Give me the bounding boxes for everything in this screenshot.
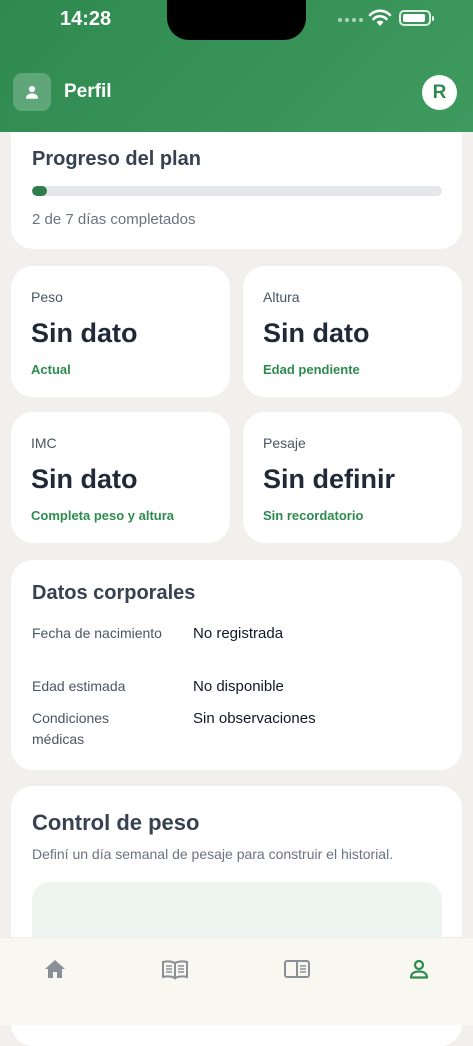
avatar[interactable]: R — [422, 75, 457, 110]
stat-label: Pesaje — [263, 435, 306, 451]
status-bar: 14:28 — [0, 0, 473, 44]
cellular-signal-icon — [338, 18, 363, 22]
stat-value: Sin dato — [263, 318, 370, 348]
body-data-row-label: Condiciones médicas — [32, 710, 110, 747]
stat-hint: Completa peso y altura — [31, 508, 175, 523]
plan-progress-bar — [32, 186, 442, 196]
stat-value: Sin dato — [31, 464, 138, 494]
body-data-row-value: Sin observaciones — [193, 710, 316, 727]
body-data-title: Datos corporales — [32, 582, 196, 604]
plan-progress-summary: 2 de 7 días completados — [32, 211, 196, 228]
reader-icon — [284, 960, 310, 978]
person-icon — [26, 85, 38, 99]
status-time: 14:28 — [60, 8, 112, 30]
stat-label: Peso — [31, 289, 63, 305]
plan-progress-card: Progreso del plan 2 de 7 días completado… — [11, 132, 462, 249]
body-data-row-label: Edad estimada — [32, 678, 126, 694]
body-data-card: Datos corporales Fecha de nacimiento No … — [11, 560, 462, 770]
stat-label: Altura — [263, 289, 300, 305]
tab-profile[interactable] — [405, 956, 433, 982]
stat-card-height[interactable]: Altura Sin dato Edad pendiente — [243, 266, 462, 397]
plan-progress-title: Progreso del plan — [32, 148, 201, 170]
app-header: 14:28 Perfil R — [0, 0, 473, 132]
bottom-tab-bar — [0, 937, 473, 1025]
open-book-icon — [162, 960, 188, 980]
battery-icon — [399, 10, 434, 26]
stat-hint: Sin recordatorio — [263, 508, 364, 523]
stat-hint: Actual — [31, 362, 71, 377]
home-icon — [45, 960, 65, 978]
page-title: Perfil — [64, 81, 112, 102]
plan-progress-fill — [32, 186, 48, 196]
profile-menu-button[interactable] — [13, 73, 51, 111]
stat-card-bmi[interactable]: IMC Sin dato Completa peso y altura — [11, 412, 230, 543]
weight-control-subtitle: Definí un día semanal de pesaje para con… — [32, 846, 394, 862]
tab-reader[interactable] — [283, 956, 311, 982]
dynamic-island — [167, 0, 306, 40]
body-data-row-label: Fecha de nacimiento — [32, 625, 162, 641]
body-data-row-value: No disponible — [193, 678, 284, 695]
tab-home[interactable] — [41, 956, 69, 982]
stat-card-weigh-in[interactable]: Pesaje Sin definir Sin recordatorio — [243, 412, 462, 543]
body-data-row-value: No registrada — [193, 625, 284, 642]
stat-card-weight[interactable]: Peso Sin dato Actual — [11, 266, 230, 397]
tab-library[interactable] — [161, 956, 189, 982]
person-icon — [409, 959, 429, 979]
stat-hint: Edad pendiente — [263, 362, 360, 377]
weight-control-title: Control de peso — [32, 810, 200, 835]
stat-value: Sin dato — [31, 318, 138, 348]
stat-label: IMC — [31, 435, 57, 451]
stat-value: Sin definir — [263, 464, 396, 494]
wifi-icon — [368, 9, 392, 26]
